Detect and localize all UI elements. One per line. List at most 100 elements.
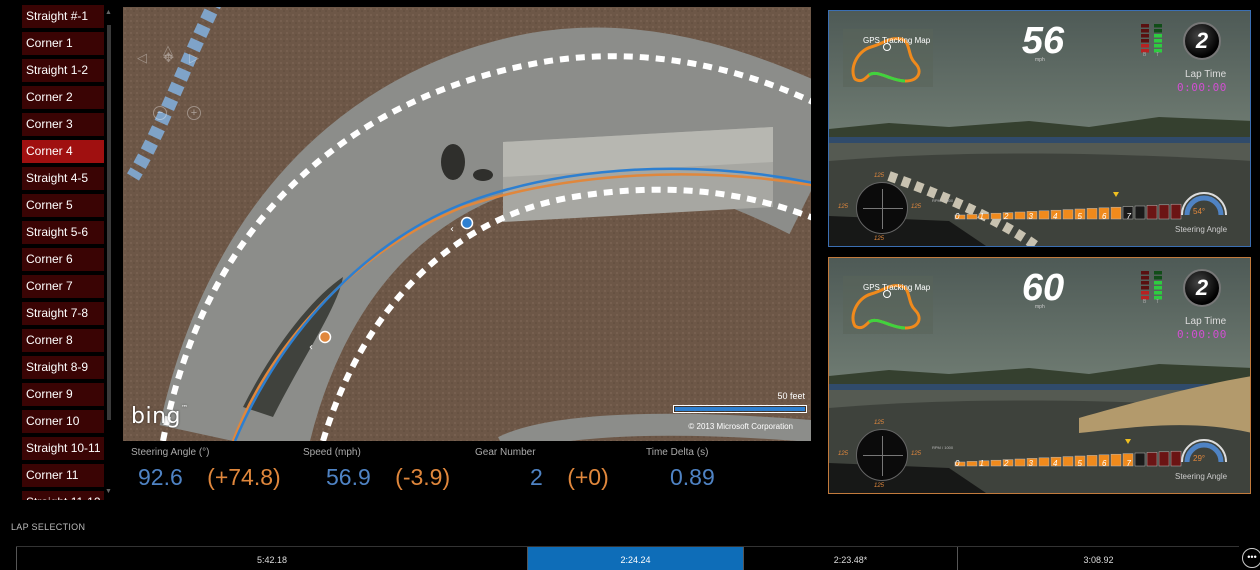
brake-label: B	[1143, 52, 1147, 58]
segment-item[interactable]: Straight 5-6	[22, 221, 104, 244]
steering-angle-label: Steering Angle	[1175, 472, 1228, 481]
steering-angle-value: 54°	[1193, 207, 1206, 216]
metric-label: Gear Number	[475, 447, 536, 458]
speed-unit: mph	[1035, 57, 1045, 63]
rpm-tick: 6	[1102, 459, 1107, 468]
g-force-scale-bottom: 125	[874, 483, 885, 489]
g-force-meter	[856, 429, 908, 481]
gear-indicator: 2	[1183, 22, 1221, 60]
segment-item[interactable]: Straight 8-9	[22, 356, 104, 379]
lap-option[interactable]: 3:08.92	[957, 547, 1239, 570]
metric-value: 0.89	[670, 464, 715, 490]
rpm-label: RPM / 1000	[932, 445, 954, 450]
satellite-map[interactable]: ‹ ‹ ◁ △ ✥ ▷ − + bing™ 50 feet © 2013 Mic…	[123, 7, 811, 441]
segment-item[interactable]: Corner 9	[22, 383, 104, 406]
g-force-scale-bottom: 125	[874, 236, 885, 242]
map-navigation-control[interactable]: ◁ △ ✥ ▷ − +	[133, 42, 208, 132]
lap-time-value: 0:00:00	[1177, 328, 1227, 341]
rpm-tick: 3	[1028, 212, 1033, 221]
video-panel-lap-2[interactable]: GPS Tracking Map 60 mph B T 2 Lap Time 0:00:00 1…	[828, 257, 1251, 494]
segment-item[interactable]: Corner 3	[22, 113, 104, 136]
metric-label: Time Delta (s)	[646, 447, 709, 458]
segment-item[interactable]: Straight 1-2	[22, 59, 104, 82]
speed-unit: mph	[1035, 304, 1045, 310]
segment-item[interactable]: Straight 7-8	[22, 302, 104, 325]
segment-list: Straight #-1 Corner 1 Straight 1-2 Corner 2…	[22, 5, 104, 500]
metric-value: 92.6	[138, 464, 183, 490]
map-scale-bar	[673, 405, 807, 413]
more-options-button[interactable]: •••	[1242, 548, 1260, 568]
svg-text:‹: ‹	[309, 342, 313, 353]
lap-time-value: 0:00:00	[1177, 81, 1227, 94]
gps-map-title: GPS Tracking Map	[863, 283, 931, 292]
segment-item[interactable]: Corner 2	[22, 86, 104, 109]
segment-item[interactable]: Corner 6	[22, 248, 104, 271]
gear-number-metric: Gear Number 2 (+0)	[475, 447, 609, 491]
rpm-tick: 2	[1004, 212, 1009, 221]
map-imagery: ‹ ‹	[123, 7, 811, 441]
segment-item[interactable]: Corner 4	[22, 140, 104, 163]
g-force-scale-top: 125	[874, 420, 885, 426]
g-force-scale-left: 125	[838, 451, 849, 457]
lap-time-label: Lap Time	[1185, 69, 1227, 80]
zoom-out-icon[interactable]: −	[153, 106, 167, 120]
ellipsis-icon: •••	[1247, 552, 1257, 562]
lap-option[interactable]: 2:24.24	[527, 547, 743, 570]
rpm-tick: 1	[979, 212, 984, 221]
rpm-tick: 5	[1077, 212, 1082, 221]
steering-angle-label: Steering Angle	[1175, 225, 1228, 234]
pan-right-icon[interactable]: ▷	[189, 50, 199, 66]
pan-left-icon[interactable]: ◁	[137, 50, 147, 66]
brake-label: B	[1143, 299, 1147, 305]
speed-metric: Speed (mph) 56.9 (-3.9)	[303, 447, 450, 491]
g-force-meter	[856, 182, 908, 234]
gear-indicator: 2	[1183, 269, 1221, 307]
steering-angle-metric: Steering Angle (°) 92.6 (+74.8)	[131, 447, 281, 491]
map-copyright: © 2013 Microsoft Corporation	[688, 422, 793, 431]
throttle-label: T	[1156, 52, 1160, 58]
scroll-down-icon[interactable]: ▼	[105, 488, 112, 495]
svg-text:‹: ‹	[450, 224, 454, 235]
rpm-tick: 0	[955, 459, 960, 468]
scrollbar-thumb[interactable]	[107, 25, 111, 420]
segment-item[interactable]: Corner 11	[22, 464, 104, 487]
lap-option[interactable]: 5:42.18	[16, 547, 527, 570]
g-force-scale-left: 125	[838, 204, 849, 210]
g-force-scale-right: 125	[911, 451, 922, 457]
video-panel-lap-1[interactable]: GPS Tracking Map 56 mph B T 2 Lap Time 0:00:00 1…	[828, 10, 1251, 247]
metric-delta: (-3.9)	[395, 464, 451, 490]
g-force-scale-right: 125	[911, 204, 922, 210]
metric-delta: (+0)	[567, 464, 609, 490]
segment-item[interactable]: Corner 5	[22, 194, 104, 217]
scroll-up-icon[interactable]: ▲	[105, 9, 112, 16]
segment-item[interactable]: Corner 10	[22, 410, 104, 433]
segment-item[interactable]: Straight 10-11	[22, 437, 104, 460]
lap-option[interactable]: 2:23.48*	[743, 547, 957, 570]
brake-throttle-gauge: BT	[1139, 270, 1163, 305]
segment-item[interactable]: Straight #-1	[22, 5, 104, 28]
steering-angle-value: 29°	[1193, 454, 1206, 463]
rpm-tick: 0	[955, 212, 960, 221]
segment-item[interactable]: Corner 1	[22, 32, 104, 55]
rpm-tick: 4	[1053, 459, 1058, 468]
locate-icon[interactable]: ✥	[163, 50, 174, 66]
throttle-label: T	[1156, 299, 1160, 305]
segment-list-scrollbar[interactable]: ▲ ▼	[105, 5, 113, 497]
segment-item[interactable]: Corner 8	[22, 329, 104, 352]
rpm-tick: 1	[979, 459, 984, 468]
rpm-tick: 3	[1028, 459, 1033, 468]
metric-label: Speed (mph)	[303, 447, 361, 458]
lap-selection-title: LAP SELECTION	[11, 522, 86, 532]
segment-item[interactable]: Corner 7	[22, 275, 104, 298]
segment-item[interactable]: Straight 4-5	[22, 167, 104, 190]
rpm-tick: 7	[1126, 212, 1131, 221]
bing-logo: bing™	[131, 404, 189, 429]
metric-value: 2	[530, 464, 543, 490]
rpm-tick: 7	[1126, 459, 1131, 468]
rpm-tick: 6	[1102, 212, 1107, 221]
brake-throttle-gauge: BT	[1139, 23, 1163, 58]
segment-item[interactable]: Straight 11-12	[22, 491, 104, 500]
gps-tracking-map: GPS Tracking Map	[843, 29, 933, 87]
rpm-tick: 2	[1004, 459, 1009, 468]
zoom-in-icon[interactable]: +	[187, 106, 201, 120]
